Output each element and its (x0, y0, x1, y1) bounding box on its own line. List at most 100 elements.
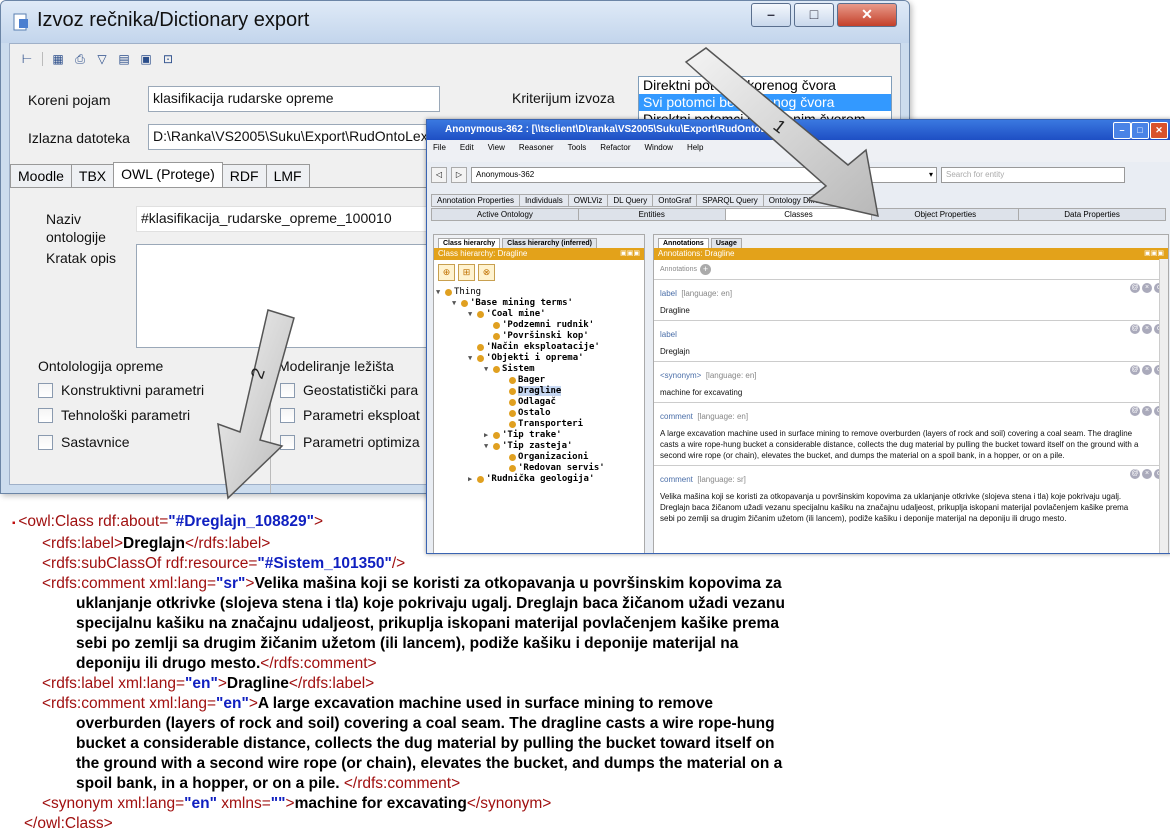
delete-class-icon[interactable]: ⊗ (478, 264, 495, 281)
tree-node[interactable]: ▶ 'Tip trake' (484, 430, 562, 440)
tree-node[interactable]: ▼ 'Tip zasteja' (484, 441, 572, 451)
tab-class-hierarchy-inferred[interactable]: Class hierarchy (inferred) (502, 238, 597, 248)
info-icon[interactable]: @ (1130, 283, 1140, 293)
back-arrow-icon[interactable]: ◁ (431, 167, 447, 183)
menu-help[interactable]: Help (687, 143, 703, 159)
tree-icon[interactable]: ⊢ (20, 52, 34, 66)
info-icon[interactable]: @ (1130, 324, 1140, 334)
forward-arrow-icon[interactable]: ▷ (451, 167, 467, 183)
tab-ontology-differences[interactable]: Ontology Differences (762, 194, 850, 207)
menu-refactor[interactable]: Refactor (600, 143, 630, 159)
protege-title: Anonymous-362 : [\\tsclient\D\ranka\VS20… (445, 124, 801, 135)
xml-line: <rdfs:comment xml:lang="en">A large exca… (42, 695, 713, 712)
checkbox-technological-params[interactable]: Tehnološki parametri (38, 407, 190, 423)
tree-node[interactable]: ▼ 'Coal mine' (468, 309, 546, 319)
tab-owl-protege[interactable]: OWL (Protege) (113, 162, 223, 187)
output-file-field[interactable]: D:\Ranka\VS2005\Suku\Export\RudOntoLex (148, 124, 428, 150)
exit-door-icon[interactable]: ⊡ (161, 52, 175, 66)
checkbox-components[interactable]: Sastavnice (38, 434, 129, 450)
info-icon[interactable]: @ (1130, 365, 1140, 375)
tab-owlviz[interactable]: OWLViz (567, 194, 609, 207)
tree-node[interactable]: Ostalo (500, 408, 551, 418)
export-icon[interactable]: ▣ (139, 52, 153, 66)
checkbox-exploitation-params[interactable]: Parametri eksploat (280, 407, 420, 423)
minimize-button[interactable]: – (751, 3, 791, 27)
criterion-option-selected[interactable]: Svi potomci bez korenog čvora (639, 94, 891, 111)
menu-window[interactable]: Window (645, 143, 673, 159)
short-description-label: Kratak opis (46, 250, 117, 266)
xml-line: </owl:Class> (24, 815, 113, 832)
table-icon[interactable]: ▤ (117, 52, 131, 66)
protege-maximize-button[interactable]: □ (1131, 122, 1149, 139)
info-icon[interactable]: @ (1130, 469, 1140, 479)
checkbox-constructive-params[interactable]: Konstruktivni parametri (38, 382, 204, 398)
entity-search-input[interactable]: Search for entity (941, 167, 1125, 183)
protege-minimize-button[interactable]: – (1113, 122, 1131, 139)
tab-individuals[interactable]: Individuals (518, 194, 569, 207)
tab-entities[interactable]: Entities (577, 208, 726, 221)
delete-icon[interactable]: × (1142, 406, 1152, 416)
tree-node[interactable]: 'Podzemni rudnik' (484, 320, 594, 330)
tree-node[interactable]: ▼ 'Objekti i oprema' (468, 353, 584, 363)
checkbox-optimization-params[interactable]: Parametri optimiza (280, 434, 420, 450)
tree-node[interactable]: 'Površinski kop' (484, 331, 589, 341)
grid-icon[interactable]: ▦ (51, 52, 65, 66)
tree-node[interactable]: ▼ 'Base mining terms' (452, 298, 573, 308)
protege-close-button[interactable]: ✕ (1150, 122, 1168, 139)
delete-icon[interactable]: × (1142, 469, 1152, 479)
add-annotation-icon[interactable]: + (699, 264, 711, 275)
tab-tbx[interactable]: TBX (70, 164, 115, 187)
menu-reasoner[interactable]: Reasoner (519, 143, 554, 159)
annotations-scrollbar[interactable] (1159, 259, 1168, 553)
tree-node[interactable]: Odlagač (500, 397, 556, 407)
maximize-button[interactable]: □ (794, 3, 834, 27)
tree-node[interactable]: ▼ Thing (436, 287, 481, 297)
delete-icon[interactable]: × (1142, 283, 1152, 293)
tab-moodle[interactable]: Moodle (10, 164, 72, 187)
info-icon[interactable]: @ (1130, 406, 1140, 416)
tree-node[interactable]: ▼ Sistem (484, 364, 535, 374)
filter-icon[interactable]: ▽ (95, 52, 109, 66)
tab-sparql-query[interactable]: SPARQL Query (696, 194, 764, 207)
criterion-label: Kriterijum izvoza (512, 90, 615, 106)
delete-icon[interactable]: × (1142, 324, 1152, 334)
view-options-icon[interactable]: ▣▣▣ (620, 248, 640, 260)
short-description-field[interactable] (136, 244, 436, 348)
tab-data-properties[interactable]: Data Properties (1018, 208, 1166, 221)
menu-view[interactable]: View (488, 143, 505, 159)
tab-annotations[interactable]: Annotations (658, 238, 709, 248)
active-entity-select[interactable]: Anonymous-362 ▾ (471, 167, 937, 183)
close-button[interactable]: ✕ (837, 3, 897, 27)
root-concept-field[interactable]: klasifikacija rudarske opreme (148, 86, 440, 112)
print-icon[interactable]: ⎙ (73, 52, 87, 66)
tree-node-selected[interactable]: Dragline (500, 386, 562, 396)
add-sibling-icon[interactable]: ⊞ (458, 264, 475, 281)
xml-line: specijalnu kašiku na značajnu udaljeost,… (76, 615, 779, 632)
tab-class-hierarchy[interactable]: Class hierarchy (438, 238, 501, 248)
tab-ontograf[interactable]: OntoGraf (652, 194, 698, 207)
tab-usage[interactable]: Usage (710, 238, 742, 248)
tab-rdf[interactable]: RDF (221, 164, 267, 187)
tree-node[interactable]: ▶ 'Rudnička geologija' (468, 474, 594, 484)
checkbox-geostatistical-params[interactable]: Geostatistički para (280, 382, 418, 398)
tab-object-properties[interactable]: Object Properties (871, 208, 1020, 221)
tree-node[interactable]: Transporteri (500, 419, 583, 429)
tree-node[interactable]: Bager (500, 375, 545, 385)
tree-node[interactable]: 'Način eksploatacije' (468, 342, 600, 352)
tab-classes[interactable]: Classes (724, 208, 873, 221)
app-icon (13, 13, 28, 31)
tab-dl-query[interactable]: DL Query (607, 194, 654, 207)
tab-active-ontology[interactable]: Active Ontology (431, 208, 579, 221)
criterion-option[interactable]: Direktni potomci korenog čvora (639, 77, 891, 94)
tree-node[interactable]: Organizacioni (500, 452, 588, 462)
add-subclass-icon[interactable]: ⊕ (438, 264, 455, 281)
toolbar: ⊢ ▦ ⎙ ▽ ▤ ▣ ⊡ (20, 52, 175, 66)
ontology-name-field[interactable]: #klasifikacija_rudarske_opreme_100010 (136, 206, 436, 232)
tree-node[interactable]: 'Redovan servis' (500, 463, 605, 473)
tab-annotation-properties[interactable]: Annotation Properties (431, 194, 520, 207)
menu-edit[interactable]: Edit (460, 143, 474, 159)
menu-file[interactable]: File (433, 143, 446, 159)
menu-tools[interactable]: Tools (568, 143, 587, 159)
delete-icon[interactable]: × (1142, 365, 1152, 375)
tab-lmf[interactable]: LMF (265, 164, 310, 187)
